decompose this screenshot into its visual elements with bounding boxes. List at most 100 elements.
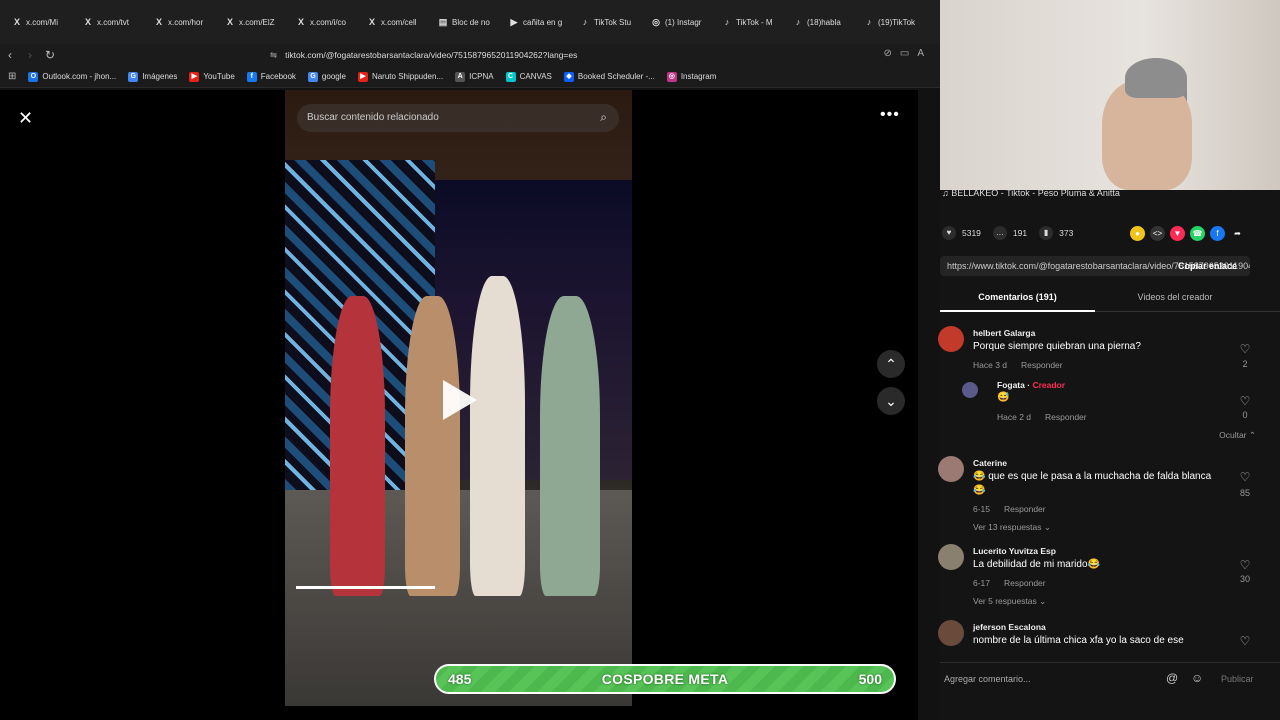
view-replies-button[interactable]: Ver 13 respuestas ⌄ — [973, 522, 1051, 533]
tab-favicon: X — [297, 17, 304, 27]
tab-title: Bloc de no — [452, 17, 490, 27]
address-bar[interactable]: ⇋ tiktok.com/@fogatarestobarsantaclara/vi… — [270, 50, 577, 61]
browser-tab[interactable]: ♪ (18)habla — [787, 7, 858, 37]
bookmark-item[interactable]: A ICPNA — [455, 71, 494, 82]
search-icon[interactable]: ⌕ — [600, 110, 607, 125]
reply-button[interactable]: Responder — [1045, 412, 1087, 422]
bookmark-label: Naruto Shippuden... — [371, 72, 444, 81]
heart-icon[interactable]: ♡ — [1238, 394, 1252, 408]
avatar[interactable] — [938, 326, 964, 352]
browser-tab[interactable]: ♪ TikTok Stu — [574, 7, 645, 37]
tab-creator-videos[interactable]: Videos del creador — [1100, 288, 1250, 302]
browser-tab[interactable]: ♪ (19)TikTok — [858, 7, 929, 37]
video-player[interactable]: Buscar contenido relacionado ⌕ — [285, 90, 632, 706]
reply-button[interactable]: Responder — [1021, 360, 1063, 370]
avatar[interactable] — [938, 456, 964, 482]
comment-user[interactable]: Caterine — [973, 458, 1007, 468]
bookmark-label: YouTube — [203, 72, 235, 81]
hide-replies-button[interactable]: Ocultar ⌃ — [1219, 430, 1256, 441]
bookmark-item[interactable]: C CANVAS — [505, 71, 552, 82]
forward-icon[interactable]: › — [20, 48, 40, 62]
reply-button[interactable]: Responder — [1004, 504, 1046, 514]
reload-icon[interactable]: ↻ — [40, 48, 60, 62]
save-stat[interactable]: ▮ 373 — [1039, 226, 1073, 240]
apps-icon[interactable]: ⊞ — [8, 71, 16, 82]
view-replies-button[interactable]: Ver 5 respuestas ⌄ — [973, 596, 1046, 607]
bookmark-item[interactable]: G Imágenes — [128, 71, 177, 82]
browser-tab[interactable]: Xx.com/Mi — [6, 7, 77, 37]
back-icon[interactable]: ‹ — [0, 48, 20, 62]
browser-tab[interactable]: Xx.com/tvt — [77, 7, 148, 37]
browser-tab[interactable]: Xx.com/hor — [148, 7, 219, 37]
comment-user[interactable]: helbert Galarga — [973, 328, 1035, 338]
embed-icon[interactable]: <> — [1150, 226, 1165, 241]
bookmark-item[interactable]: O Outlook.com - jhon... — [28, 71, 116, 82]
heart-icon[interactable]: ♡ — [1238, 470, 1252, 484]
previous-video-button[interactable]: ⌃ — [877, 350, 905, 378]
browser-tab[interactable]: Xx.com/ElZ — [219, 7, 290, 37]
bookmark-item[interactable]: ▶ YouTube — [189, 71, 235, 82]
like-stat[interactable]: ♥ 5319 — [942, 226, 981, 240]
close-icon[interactable]: ✕ — [18, 108, 33, 129]
bookmark-item[interactable]: f Facebook — [246, 71, 296, 82]
bookmark-favicon: C — [505, 71, 516, 82]
related-search-input[interactable]: Buscar contenido relacionado ⌕ — [297, 104, 619, 132]
mention-icon[interactable]: @ — [1166, 671, 1178, 685]
forward-share-icon[interactable]: ➦ — [1230, 226, 1245, 241]
tab-favicon: ♪ — [795, 17, 801, 27]
save-count: 373 — [1059, 228, 1074, 238]
browser-tab[interactable]: Xx.com/cell — [361, 7, 432, 37]
music-info[interactable]: ♫ BELLAKEO - Tiktok - Peso Pluma & Anitt… — [942, 188, 1120, 198]
comment-user[interactable]: jeferson Escalona — [973, 622, 1046, 632]
video-stage: ✕ ••• ⌃ ⌄ Buscar contenido relacionado ⌕ — [0, 90, 918, 720]
tab-favicon: ◎ — [652, 17, 660, 27]
tab-favicon: X — [84, 17, 91, 27]
more-options-icon[interactable]: ••• — [880, 106, 900, 124]
avatar[interactable] — [962, 382, 978, 398]
heart-icon[interactable]: ♡ — [1238, 558, 1252, 572]
next-video-button[interactable]: ⌄ — [877, 387, 905, 415]
reply-button[interactable]: Responder — [1004, 578, 1046, 588]
bookmark-label: CANVAS — [519, 72, 552, 81]
browser-tab[interactable]: ♪ TikTok - M — [716, 7, 787, 37]
whatsapp-icon[interactable]: ☎ — [1190, 226, 1205, 241]
send-icon[interactable]: ▼ — [1170, 226, 1185, 241]
browser-tab-strip: Xx.com/Mi Xx.com/tvt Xx.com/hor Xx.com/ElZ X… — [0, 0, 940, 44]
coin-icon[interactable]: ● — [1130, 226, 1145, 241]
site-info-icon[interactable]: ⇋ — [270, 50, 277, 60]
video-progress-bar[interactable] — [296, 586, 435, 589]
bookmark-item[interactable]: ◎ Instagram — [666, 71, 716, 82]
comment-time: 6-15 — [973, 504, 991, 514]
comment-stat[interactable]: … 191 — [992, 226, 1027, 240]
heart-icon[interactable]: ♡ — [1238, 634, 1252, 648]
avatar[interactable] — [938, 544, 964, 570]
comment-user[interactable]: Lucerito Yuvitza Esp — [973, 546, 1056, 556]
play-icon[interactable] — [443, 380, 477, 420]
comment-text: 😅 — [997, 392, 1010, 403]
avatar[interactable] — [938, 620, 964, 646]
bookmark-favicon: ▶ — [189, 71, 200, 82]
comment-time: Hace 3 d — [973, 360, 1008, 370]
comment-meta: 6-15 Responder — [973, 504, 1060, 514]
bookmark-item[interactable]: Ggoogle — [307, 71, 346, 82]
browser-tab[interactable]: ▤ Bloc de no — [432, 7, 503, 37]
browser-tab[interactable]: ◎ (1) Instagr — [645, 7, 716, 37]
tab-comments[interactable]: Comentarios (191) — [940, 288, 1095, 312]
bookmark-item[interactable]: ◆ Booked Scheduler -... — [563, 71, 655, 82]
bookmark-favicon: O — [28, 71, 39, 82]
browser-tab[interactable]: ▶ cañita en g — [503, 7, 574, 37]
emoji-icon[interactable]: ☺ — [1191, 671, 1203, 685]
add-comment-input[interactable]: Agregar comentario... — [944, 674, 1031, 684]
bookmark-favicon: ◆ — [563, 71, 574, 82]
heart-icon[interactable]: ♡ — [1238, 342, 1252, 356]
toolbar-extension-icons[interactable]: ⊘▭A — [884, 48, 933, 59]
bookmarks-bar: ⊞ O Outlook.com - jhon... G Imágenes ▶ YouTub… — [0, 66, 940, 88]
browser-tab[interactable]: Xx.com/i/co — [290, 7, 361, 37]
publish-button[interactable]: Publicar — [1221, 674, 1254, 684]
copy-link-button[interactable]: Copiar enlace — [1178, 261, 1237, 271]
comment-user[interactable]: Fogata · Creador — [997, 380, 1065, 390]
bookmark-favicon: A — [455, 71, 466, 82]
webcam-person-cap-top — [1125, 58, 1187, 98]
bookmark-item[interactable]: ▶ Naruto Shippuden... — [357, 71, 444, 82]
facebook-icon[interactable]: f — [1210, 226, 1225, 241]
